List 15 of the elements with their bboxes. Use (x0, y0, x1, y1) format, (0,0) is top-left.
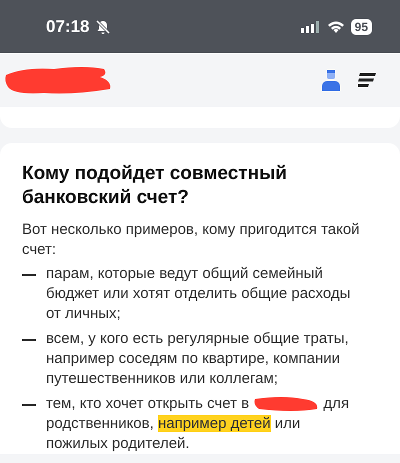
list-dash (22, 274, 36, 276)
redaction-mark (253, 395, 320, 414)
wifi-icon (326, 20, 345, 33)
clock: 07:18 (46, 16, 90, 36)
profile-icon[interactable] (322, 69, 340, 91)
article-heading: Кому подойдет совместный банковский счет? (22, 162, 288, 210)
intro-text: Вот несколько примеров, кому пригодится такой счет: (22, 220, 361, 260)
signal-icon (300, 20, 321, 32)
list-item-text: тем, кто хочет открыть счет в для родственников, например детей или пожилых родителей. (46, 394, 350, 454)
menu-icon[interactable] (358, 73, 376, 87)
list-item-text: парам, которые ведут общий семейный бюджет или хотят отделить общие расходы от личных; (46, 264, 352, 324)
list-dash (22, 404, 36, 406)
list-item-text: всем, у кого есть регулярные общие траты, например соседям по квартире, компании путешественников или коллегам; (46, 329, 350, 389)
list-dash (22, 339, 36, 340)
battery-indicator: 95 (350, 18, 372, 34)
